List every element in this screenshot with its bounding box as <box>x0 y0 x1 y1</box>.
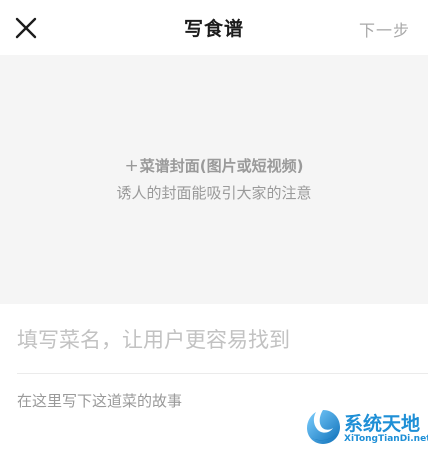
cover-upload-area[interactable]: +菜谱封面(图片或短视频) 诱人的封面能吸引大家的注意 <box>0 55 428 304</box>
recipe-story-input[interactable] <box>17 390 297 420</box>
watermark-globe-icon <box>307 410 340 444</box>
plus-icon: + <box>124 156 139 176</box>
recipe-editor-screen: 写食谱 下一步 +菜谱封面(图片或短视频) 诱人的封面能吸引大家的注意 系统天地… <box>0 0 428 450</box>
watermark-logo: 系统天地 XiTongTianDi.net <box>304 405 428 450</box>
recipe-name-input[interactable] <box>17 318 411 362</box>
watermark-brand: 系统天地 <box>344 413 421 435</box>
cover-upload-hint: 诱人的封面能吸引大家的注意 <box>116 184 312 202</box>
top-bar: 写食谱 下一步 <box>0 0 428 55</box>
cover-upload-label: +菜谱封面(图片或短视频) <box>0 155 428 176</box>
watermark-domain: XiTongTianDi.net <box>344 434 428 444</box>
cover-upload-text: 菜谱封面(图片或短视频) <box>139 157 304 175</box>
divider <box>17 373 428 374</box>
next-step-button[interactable]: 下一步 <box>359 17 410 41</box>
